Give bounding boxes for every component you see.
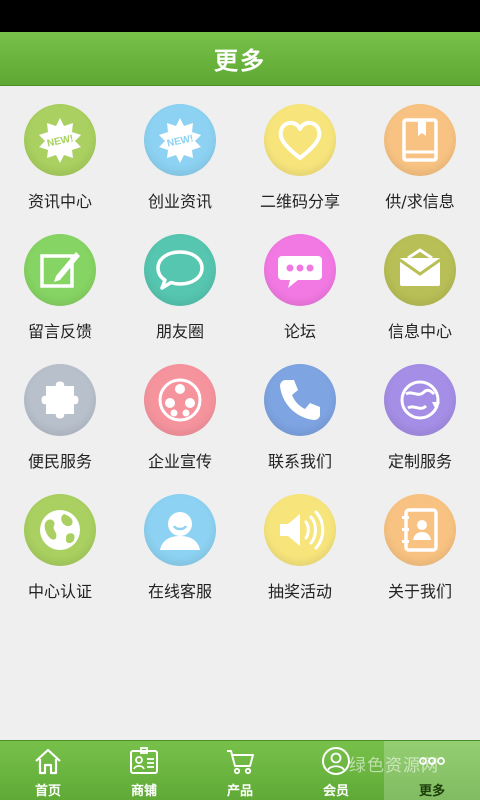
watermark-text: 绿色资源网 bbox=[349, 756, 439, 776]
grid-icon-circle bbox=[264, 364, 336, 436]
tab-home[interactable]: 首页 bbox=[0, 741, 96, 800]
grid-item-about-us[interactable]: 关于我们 bbox=[360, 476, 480, 606]
header-bar: 更多 bbox=[0, 32, 480, 86]
heart-icon bbox=[278, 120, 322, 160]
grid-icon-circle bbox=[144, 494, 216, 566]
grid-item-label: 创业资讯 bbox=[147, 192, 212, 211]
grid-item-label: 在线客服 bbox=[147, 582, 212, 601]
tab-label: 产品 bbox=[226, 784, 253, 799]
tab-label: 首页 bbox=[34, 784, 61, 799]
earth-icon bbox=[40, 510, 80, 550]
grid-item-forum[interactable]: 论坛 bbox=[240, 216, 360, 346]
new-badge-icon: NEW! bbox=[159, 118, 201, 163]
grid-icon-circle: NEW! bbox=[24, 104, 96, 176]
grid-item-label: 中心认证 bbox=[27, 582, 92, 601]
grid-item-label: 抽奖活动 bbox=[267, 582, 332, 601]
grid-item-label: 供/求信息 bbox=[385, 192, 455, 211]
cart-icon bbox=[227, 750, 254, 775]
film-reel-icon bbox=[158, 378, 202, 422]
grid-item-label: 留言反馈 bbox=[27, 322, 92, 341]
grid-item-qrcode-share[interactable]: 二维码分享 bbox=[240, 86, 360, 216]
grid-item-certification[interactable]: 中心认证 bbox=[0, 476, 120, 606]
tab-label: 更多 bbox=[418, 784, 445, 799]
grid-item-label: 二维码分享 bbox=[259, 192, 340, 211]
grid-item-lottery[interactable]: 抽奖活动 bbox=[240, 476, 360, 606]
grid-item-startup-news[interactable]: NEW! 创业资讯 bbox=[120, 86, 240, 216]
grid-item-label: 关于我们 bbox=[387, 582, 452, 601]
tab-products[interactable]: 产品 bbox=[192, 741, 288, 800]
grid-item-label: 定制服务 bbox=[387, 452, 452, 471]
grid-item-label: 朋友圈 bbox=[155, 322, 204, 341]
user-icon bbox=[160, 512, 200, 550]
tab-shops[interactable]: 商铺 bbox=[96, 741, 192, 800]
grid-icon-circle bbox=[264, 234, 336, 306]
grid-icon-circle bbox=[384, 104, 456, 176]
new-badge-icon: NEW! bbox=[39, 118, 81, 163]
grid-item-custom-services[interactable]: 定制服务 bbox=[360, 346, 480, 476]
grid-item-supply-demand[interactable]: 供/求信息 bbox=[360, 86, 480, 216]
grid-icon-circle: NEW! bbox=[144, 104, 216, 176]
message-dots-icon bbox=[278, 256, 322, 288]
grid-icon-circle bbox=[384, 364, 456, 436]
page-title: 更多 bbox=[214, 47, 266, 75]
tab-label: 商铺 bbox=[130, 784, 157, 799]
status-bar bbox=[0, 0, 480, 32]
globe-arrows-icon bbox=[400, 380, 440, 420]
grid-icon-circle bbox=[24, 364, 96, 436]
grid-icon-circle bbox=[144, 234, 216, 306]
feature-grid: NEW! 资讯中心 NEW! 创业资讯 二维码分享 供/求信息 留言反馈 朋友圈… bbox=[0, 86, 480, 740]
grid-item-label: 信息中心 bbox=[387, 322, 452, 341]
grid-icon-circle bbox=[264, 104, 336, 176]
grid-item-label: 论坛 bbox=[283, 322, 316, 341]
grid-icon-circle bbox=[264, 494, 336, 566]
grid-item-label: 企业宣传 bbox=[147, 452, 212, 471]
grid-icon-circle bbox=[24, 234, 96, 306]
chat-bubble-icon bbox=[156, 250, 204, 290]
grid-icon-circle bbox=[384, 234, 456, 306]
shop-id-icon bbox=[130, 747, 158, 774]
grid-icon-circle bbox=[144, 364, 216, 436]
grid-item-online-support[interactable]: 在线客服 bbox=[120, 476, 240, 606]
grid-item-convenience-services[interactable]: 便民服务 bbox=[0, 346, 120, 476]
grid-icon-circle bbox=[24, 494, 96, 566]
tab-label: 会员 bbox=[322, 784, 349, 799]
home-icon bbox=[35, 748, 61, 775]
grid-item-news-center[interactable]: NEW! 资讯中心 bbox=[0, 86, 120, 216]
grid-item-label: 资讯中心 bbox=[27, 192, 92, 211]
grid-item-label: 便民服务 bbox=[27, 452, 92, 471]
contacts-icon bbox=[402, 508, 438, 552]
grid-item-friends-circle[interactable]: 朋友圈 bbox=[120, 216, 240, 346]
grid-item-feedback[interactable]: 留言反馈 bbox=[0, 216, 120, 346]
member-icon bbox=[322, 747, 350, 775]
grid-item-label: 联系我们 bbox=[267, 452, 332, 471]
grid-item-corporate-promo[interactable]: 企业宣传 bbox=[120, 346, 240, 476]
grid-item-contact-us[interactable]: 联系我们 bbox=[240, 346, 360, 476]
grid-item-info-center[interactable]: 信息中心 bbox=[360, 216, 480, 346]
phone-icon bbox=[280, 380, 320, 420]
envelope-icon bbox=[399, 248, 441, 286]
grid-icon-circle bbox=[384, 494, 456, 566]
edit-icon bbox=[40, 252, 80, 288]
puzzle-icon bbox=[41, 381, 79, 419]
book-icon bbox=[402, 118, 438, 162]
speaker-icon bbox=[280, 510, 325, 550]
